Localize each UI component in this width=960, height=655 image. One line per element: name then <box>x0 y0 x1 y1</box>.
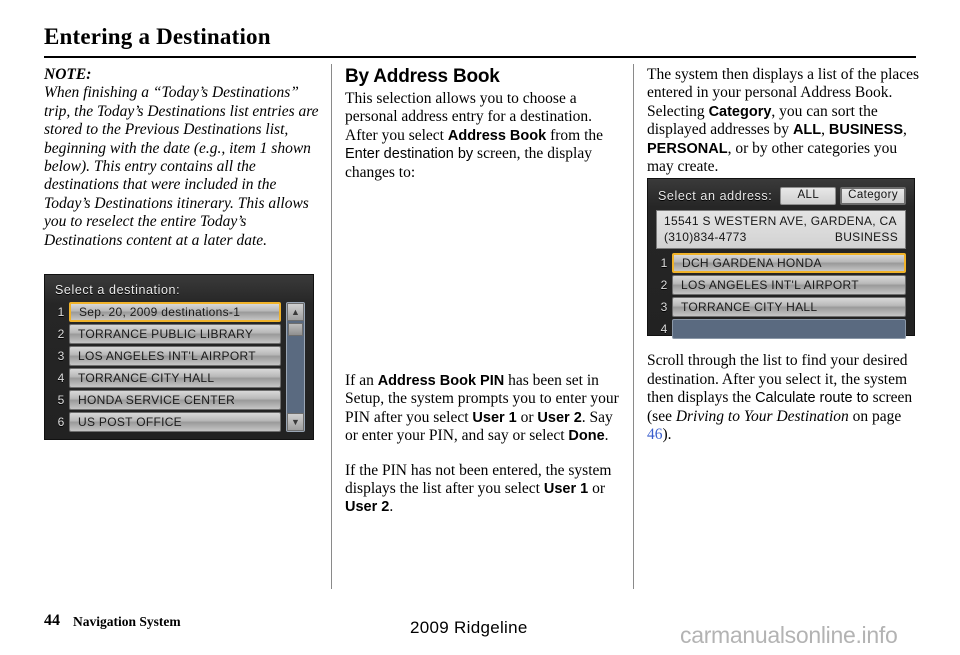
note-label: NOTE: <box>44 66 92 83</box>
text-fragment: , <box>821 121 829 139</box>
all-button[interactable]: ALL <box>780 187 837 205</box>
row-number: 2 <box>660 278 668 292</box>
nav-screen-header: Select an address: ALL Category <box>658 187 906 205</box>
row-number: 3 <box>660 300 668 314</box>
page-reference-link[interactable]: 46 <box>647 426 663 443</box>
ui-term-calculate-route-to: Calculate route to <box>755 390 869 407</box>
scrollbar-track[interactable] <box>287 338 304 413</box>
ui-term-enter-destination-by: Enter destination by <box>345 146 474 163</box>
text-fragment: If an <box>345 372 378 390</box>
watermark: carmanualsonline.info <box>680 622 898 648</box>
ui-term-done: Done <box>568 428 605 445</box>
row-number: 3 <box>57 349 65 363</box>
row-number: 6 <box>57 415 65 429</box>
nav-header-label: Select a destination: <box>55 283 181 297</box>
ui-term-business: BUSINESS <box>828 122 904 139</box>
list-item[interactable]: 5 HONDA SERVICE CENTER <box>53 390 281 410</box>
footer-section-name: Navigation System <box>73 614 181 629</box>
category-button[interactable]: Category <box>840 187 906 205</box>
list-item[interactable]: 4 <box>656 319 906 339</box>
page-title: Entering a Destination <box>44 24 271 49</box>
nav-screen-select-destination[interactable]: Select a destination: 1 Sep. 20, 2009 de… <box>44 274 314 440</box>
ui-term-user-2: User 2 <box>537 409 582 426</box>
address-phone: (310)834-4773 <box>664 230 747 244</box>
row-number: 4 <box>660 322 668 336</box>
list-item[interactable]: 2 TORRANCE PUBLIC LIBRARY <box>53 324 281 344</box>
ui-term-user-1: User 1 <box>472 409 517 426</box>
row-number: 1 <box>57 305 65 319</box>
note-text: When finishing a “Today’s Destinations” … <box>44 84 319 249</box>
text-fragment: . <box>389 498 394 516</box>
nav-screen-header: Select a destination: <box>55 283 305 297</box>
text-fragment: or <box>588 480 606 498</box>
address-line-1: 15541 S WESTERN AVE, GARDENA, CA <box>664 214 897 228</box>
paragraph-pin-set: If an Address Book PIN has been set in S… <box>345 372 623 446</box>
list-item[interactable]: 6 US POST OFFICE <box>53 412 281 432</box>
list-item[interactable]: 3 TORRANCE CITY HALL <box>656 297 906 317</box>
ui-term-address-book-pin: Address Book PIN <box>377 373 505 390</box>
paragraph-category-sort: The system then displays a list of the p… <box>647 66 925 176</box>
text-fragment: ). <box>662 426 672 444</box>
middle-column: By Address Book This selection allows yo… <box>345 66 623 517</box>
note-block: NOTE: When finishing a “Today’s Destinat… <box>44 66 322 250</box>
title-rule <box>44 56 916 58</box>
destination-row-button[interactable]: Sep. 20, 2009 destinations-1 <box>69 302 281 322</box>
destination-list: 1 Sep. 20, 2009 destinations-1 2 TORRANC… <box>53 302 305 432</box>
destination-row-button[interactable]: TORRANCE PUBLIC LIBRARY <box>69 324 281 344</box>
paragraph-pin-not-entered: If the PIN has not been entered, the sys… <box>345 462 623 517</box>
destination-row-button[interactable]: LOS ANGELES INT'L AIRPORT <box>69 346 281 366</box>
ui-term-category: Category <box>708 103 772 120</box>
ui-term-user-2: User 2 <box>345 499 390 516</box>
address-line-2: (310)834-4773 BUSINESS <box>664 230 898 244</box>
address-row-button-empty[interactable] <box>672 319 906 339</box>
column-divider-2 <box>633 64 634 589</box>
text-fragment: or <box>516 408 538 426</box>
destination-row-button[interactable]: HONDA SERVICE CENTER <box>69 390 281 410</box>
row-number: 5 <box>57 393 65 407</box>
text-fragment: . <box>604 427 609 445</box>
nav-screen-select-address[interactable]: Select an address: ALL Category 15541 S … <box>647 178 915 339</box>
row-number: 1 <box>660 256 668 270</box>
address-row-button[interactable]: TORRANCE CITY HALL <box>672 297 906 317</box>
scroll-down-icon[interactable]: ▼ <box>287 413 304 431</box>
paragraph-scroll-list: Scroll through the list to find your des… <box>647 352 925 444</box>
list-item[interactable]: 3 LOS ANGELES INT'L AIRPORT <box>53 346 281 366</box>
text-fragment: from the <box>546 126 604 144</box>
scrollbar[interactable]: ▲ ▼ <box>286 302 305 432</box>
column-divider-1 <box>331 64 332 589</box>
footer-page-number: 44 <box>44 612 60 629</box>
ui-term-address-book: Address Book <box>447 127 547 144</box>
left-column: NOTE: When finishing a “Today’s Destinat… <box>44 66 322 250</box>
row-number: 2 <box>57 327 65 341</box>
ui-term-personal: PERSONAL <box>647 140 728 157</box>
list-item[interactable]: 4 TORRANCE CITY HALL <box>53 368 281 388</box>
address-category: BUSINESS <box>834 230 898 244</box>
nav-header-buttons: ALL Category <box>780 187 906 205</box>
ui-term-user-1: User 1 <box>543 481 589 498</box>
address-list: 1 DCH GARDENA HONDA 2 LOS ANGELES INT'L … <box>656 253 906 339</box>
address-row-button[interactable]: LOS ANGELES INT'L AIRPORT <box>672 275 906 295</box>
scrollbar-thumb[interactable] <box>288 323 303 336</box>
section-heading-address-book: By Address Book <box>345 66 500 87</box>
list-item[interactable]: 1 DCH GARDENA HONDA <box>656 253 906 273</box>
destination-row-button[interactable]: US POST OFFICE <box>69 412 281 432</box>
row-number: 4 <box>57 371 65 385</box>
ui-term-all: ALL <box>792 122 822 139</box>
nav-header-label: Select an address: <box>658 189 773 203</box>
paragraph-address-book-intro: This selection allows you to choose a pe… <box>345 90 623 182</box>
footer-model-year: 2009 Ridgeline <box>410 618 528 637</box>
list-item[interactable]: 1 Sep. 20, 2009 destinations-1 <box>53 302 281 322</box>
text-fragment: on page <box>848 407 902 425</box>
text-fragment: , <box>903 121 907 139</box>
list-item[interactable]: 2 LOS ANGELES INT'L AIRPORT <box>656 275 906 295</box>
address-row-button[interactable]: DCH GARDENA HONDA <box>672 253 906 273</box>
cross-reference-title: Driving to Your Destination <box>675 407 849 425</box>
destination-row-button[interactable]: TORRANCE CITY HALL <box>69 368 281 388</box>
scroll-up-icon[interactable]: ▲ <box>287 303 304 321</box>
address-detail-box: 15541 S WESTERN AVE, GARDENA, CA (310)83… <box>656 210 906 249</box>
